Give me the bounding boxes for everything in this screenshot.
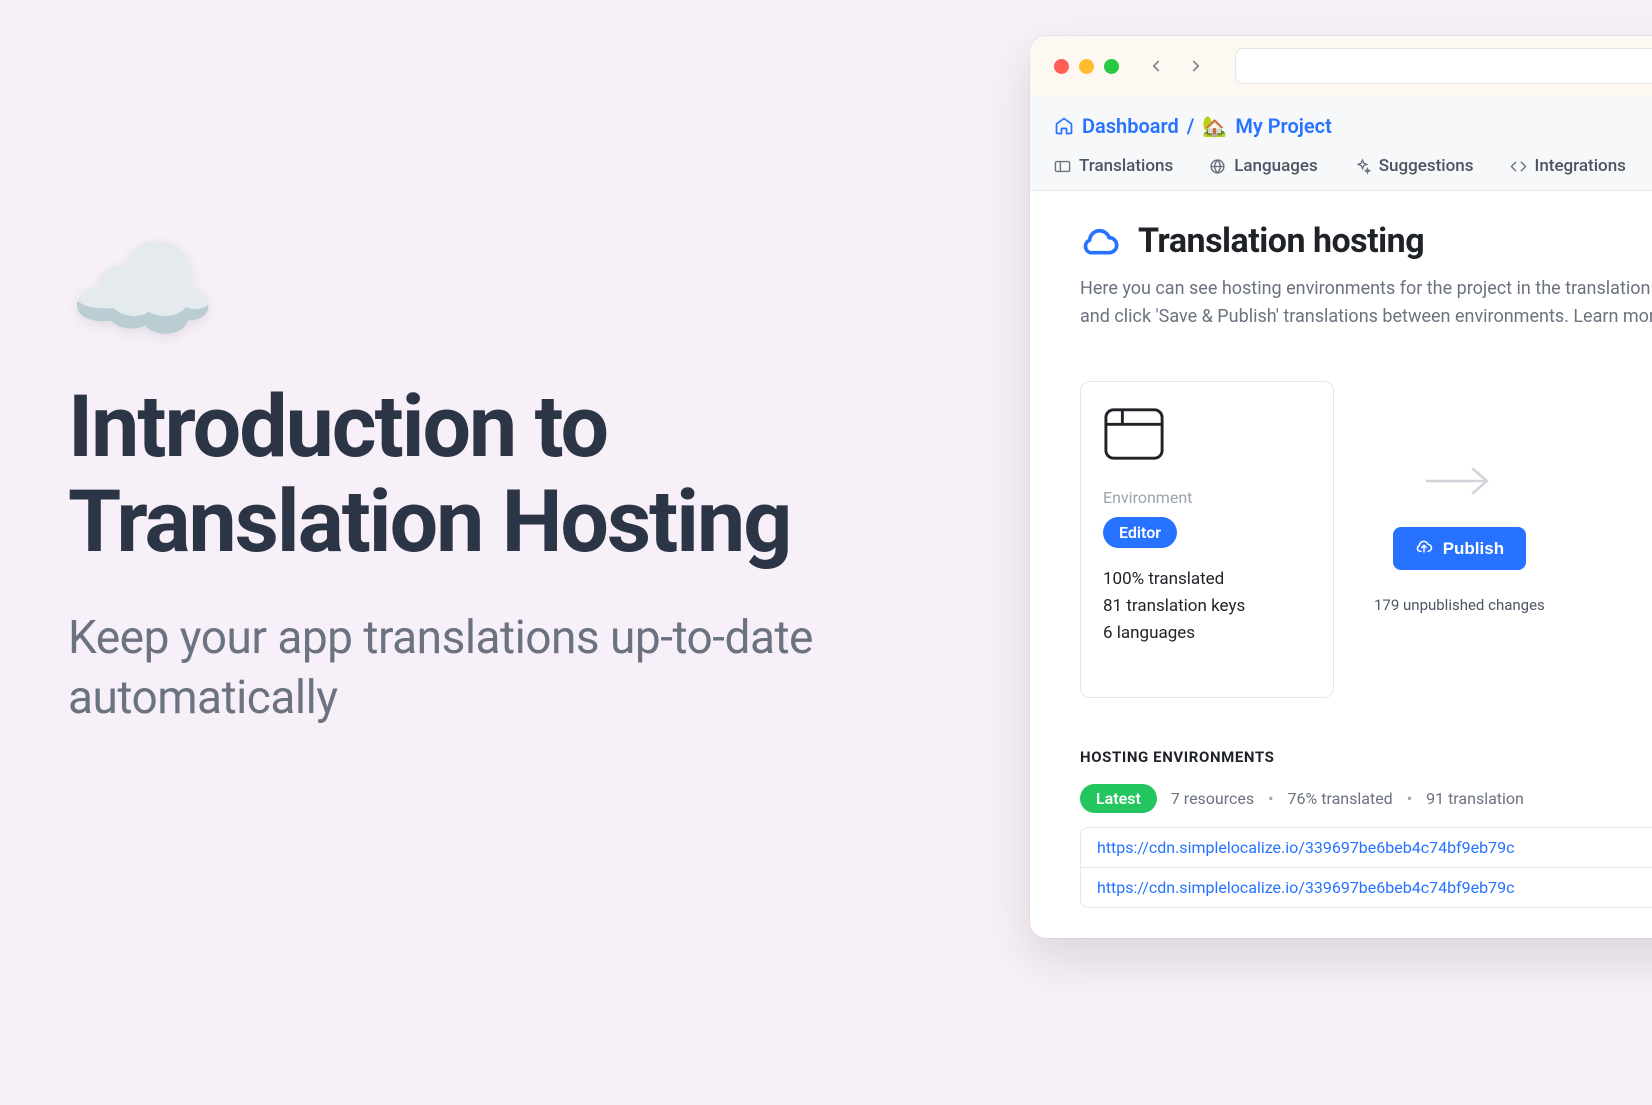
page-title: Translation hosting bbox=[1138, 221, 1424, 261]
env-stat-keys: 81 translation keys bbox=[1103, 593, 1311, 620]
breadcrumb-separator: / bbox=[1187, 114, 1195, 138]
hosting-keys: 91 translation bbox=[1426, 789, 1524, 808]
sparkle-icon bbox=[1354, 158, 1371, 175]
tab-integrations[interactable]: Integrations bbox=[1510, 156, 1626, 190]
hosting-resources: 7 resources bbox=[1171, 789, 1254, 808]
cloud-icon bbox=[1080, 221, 1120, 261]
page-description: Here you can see hosting environments fo… bbox=[1080, 275, 1652, 331]
cdn-url-row[interactable]: https://cdn.simplelocalize.io/339697be6b… bbox=[1081, 868, 1652, 907]
dot-separator: • bbox=[1268, 789, 1273, 808]
code-icon bbox=[1510, 158, 1527, 175]
publish-button[interactable]: Publish bbox=[1393, 527, 1526, 570]
hosting-meta: Latest 7 resources • 76% translated • 91… bbox=[1080, 784, 1652, 813]
tabs: Translations Languages Suggestions Integ… bbox=[1054, 156, 1652, 190]
arrow-right-icon bbox=[1423, 465, 1495, 501]
home-icon bbox=[1054, 116, 1074, 136]
editor-pill: Editor bbox=[1103, 517, 1177, 548]
back-button[interactable] bbox=[1147, 57, 1165, 75]
env-stat-languages: 6 languages bbox=[1103, 620, 1311, 647]
dot-separator: • bbox=[1407, 789, 1412, 808]
tab-label: Integrations bbox=[1535, 156, 1626, 176]
tab-languages[interactable]: Languages bbox=[1209, 156, 1318, 190]
tab-label: Translations bbox=[1079, 156, 1173, 176]
globe-icon bbox=[1209, 158, 1226, 175]
translations-icon bbox=[1054, 158, 1071, 175]
traffic-lights bbox=[1054, 59, 1119, 74]
project-emoji: 🏡 bbox=[1202, 114, 1227, 138]
publish-button-label: Publish bbox=[1443, 539, 1504, 559]
browser-window: Dashboard / 🏡 My Project Translations La… bbox=[1030, 36, 1652, 938]
url-bar[interactable] bbox=[1235, 48, 1652, 84]
environment-card: Environment Editor 100% translated 81 tr… bbox=[1080, 381, 1334, 699]
close-window-button[interactable] bbox=[1054, 59, 1069, 74]
latest-pill: Latest bbox=[1080, 784, 1157, 813]
browser-title-bar bbox=[1030, 36, 1652, 96]
url-list: https://cdn.simplelocalize.io/339697be6b… bbox=[1080, 827, 1652, 908]
breadcrumb: Dashboard / 🏡 My Project bbox=[1054, 114, 1652, 138]
minimize-window-button[interactable] bbox=[1079, 59, 1094, 74]
page-subhead: Keep your app translations up-to-date au… bbox=[68, 609, 968, 729]
tab-label: Languages bbox=[1234, 156, 1318, 176]
cloud-upload-icon bbox=[1415, 537, 1433, 560]
maximize-window-button[interactable] bbox=[1104, 59, 1119, 74]
breadcrumb-project[interactable]: My Project bbox=[1235, 114, 1332, 138]
cdn-url-row[interactable]: https://cdn.simplelocalize.io/339697be6b… bbox=[1081, 828, 1652, 868]
tab-translations[interactable]: Translations bbox=[1054, 156, 1173, 190]
tab-suggestions[interactable]: Suggestions bbox=[1354, 156, 1474, 190]
breadcrumb-dashboard[interactable]: Dashboard bbox=[1082, 114, 1179, 138]
environment-label: Environment bbox=[1103, 488, 1311, 507]
env-stat-translated: 100% translated bbox=[1103, 566, 1311, 593]
forward-button[interactable] bbox=[1187, 57, 1205, 75]
window-icon bbox=[1103, 406, 1311, 466]
hosting-environments-heading: HOSTING ENVIRONMENTS bbox=[1080, 748, 1652, 766]
tab-label: Suggestions bbox=[1379, 156, 1474, 176]
hosting-translated: 76% translated bbox=[1288, 789, 1393, 808]
cloud-emoji: ☁️ bbox=[68, 230, 968, 350]
page-headline: Introduction to Translation Hosting bbox=[68, 380, 968, 569]
unpublished-changes: 179 unpublished changes bbox=[1374, 596, 1545, 614]
